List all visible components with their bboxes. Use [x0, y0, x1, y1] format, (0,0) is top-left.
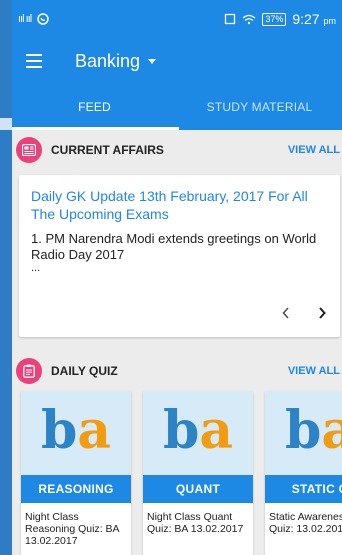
dropdown-caret-icon: [148, 58, 157, 64]
clock: 9:27 pm: [292, 11, 336, 27]
section-title: CURRENT AFFAIRS: [51, 143, 164, 157]
app-toolbar: Banking: [12, 38, 342, 84]
newspaper-icon: [16, 137, 42, 163]
clipboard-icon: [16, 358, 42, 384]
category-dropdown[interactable]: Banking: [75, 50, 157, 72]
quiz-subject-banner: QUANT: [143, 475, 253, 503]
view-all-daily-quiz-link[interactable]: VIEW ALL: [288, 365, 340, 377]
news-card[interactable]: Daily GK Update 13th February, 2017 For …: [19, 175, 340, 337]
whatsapp-icon: [37, 13, 49, 25]
tab-feed[interactable]: FEED: [12, 84, 177, 130]
chevron-right-icon[interactable]: [312, 303, 332, 323]
quiz-card-quant[interactable]: ba QUANT Night Class Quant Quiz: BA 13.0…: [143, 391, 253, 555]
active-tab-indicator: [12, 127, 179, 130]
quiz-title: Night Class Quant Quiz: BA 13.02.2017: [147, 511, 244, 535]
news-summary: 1. PM Narendra Modi extends greetings on…: [31, 231, 317, 262]
quiz-title: Night Class Reasoning Quiz: BA 13.02.201…: [25, 511, 119, 547]
screen-cast-icon: [225, 13, 236, 25]
tab-bar: FEED STUDY MATERIAL: [12, 84, 342, 130]
section-title: DAILY QUIZ: [51, 364, 118, 378]
tab-study-material[interactable]: STUDY MATERIAL: [177, 84, 342, 130]
view-all-current-affairs-link[interactable]: VIEW ALL: [288, 144, 340, 156]
quiz-thumbnail: ba REASONING: [21, 391, 131, 503]
chevron-left-icon[interactable]: [276, 303, 296, 323]
quiz-card-reasoning[interactable]: ba REASONING Night Class Reasoning Quiz:…: [21, 391, 131, 555]
quiz-card-static-gk[interactable]: ba STATIC G Static Awareness Quiz: 13.02…: [265, 391, 342, 555]
category-title: Banking: [75, 50, 141, 71]
news-ellipsis: ...: [31, 262, 41, 274]
quiz-carousel[interactable]: ba REASONING Night Class Reasoning Quiz:…: [12, 391, 342, 555]
app-screen: ııl ııl 37% 9:27 pm Banking FEED STUDY M…: [12, 0, 342, 555]
quiz-thumbnail: ba STATIC G: [265, 391, 342, 503]
quiz-thumbnail: ba QUANT: [143, 391, 253, 503]
status-bar: ııl ııl 37% 9:27 pm: [12, 0, 342, 38]
wifi-icon: [242, 14, 256, 24]
daily-quiz-header: DAILY QUIZ VIEW ALL: [12, 351, 342, 391]
quiz-subject-banner: REASONING: [21, 475, 131, 503]
signal-icon: ııl ııl: [18, 13, 32, 25]
battery-indicator: 37%: [262, 12, 287, 26]
news-pager: [276, 303, 332, 323]
ba-logo: ba: [162, 400, 234, 461]
quiz-title: Static Awareness Quiz: 13.02.2017: [269, 511, 342, 535]
quiz-subject-banner: STATIC G: [265, 475, 342, 503]
current-affairs-header: CURRENT AFFAIRS VIEW ALL: [12, 130, 342, 170]
ba-logo: ba: [40, 400, 112, 461]
background-page-edge: [0, 0, 12, 555]
news-title[interactable]: Daily GK Update 13th February, 2017 For …: [31, 187, 328, 223]
menu-icon[interactable]: [26, 54, 42, 68]
ba-logo: ba: [284, 400, 342, 461]
